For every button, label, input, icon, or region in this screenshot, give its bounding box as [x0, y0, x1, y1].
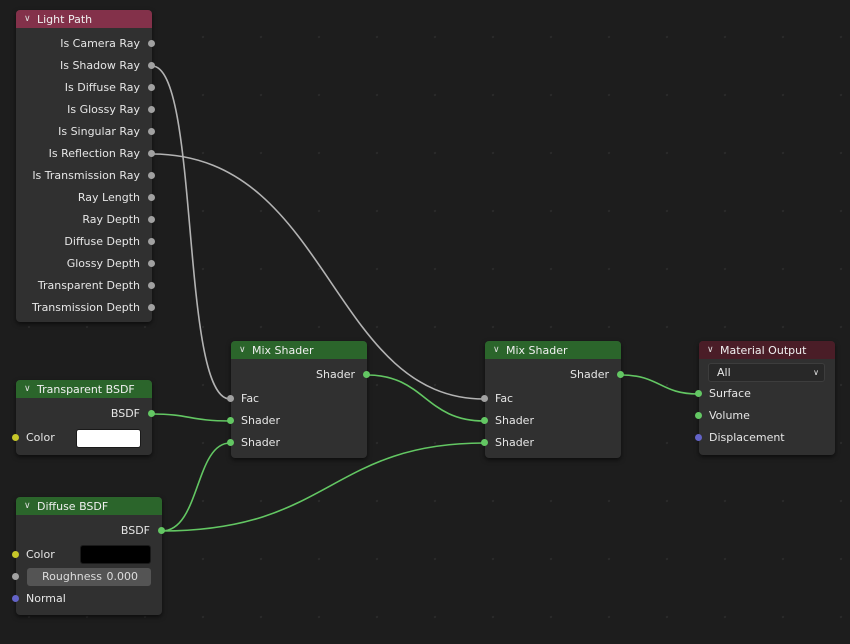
output-socket[interactable] — [148, 84, 155, 91]
output-socket[interactable] — [148, 106, 155, 113]
output-bsdf-label: BSDF — [120, 524, 150, 537]
chevron-down-icon[interactable]: ∨ — [24, 501, 32, 511]
input-socket-volume[interactable] — [695, 412, 702, 419]
output-socket[interactable] — [148, 150, 155, 157]
chevron-down-icon[interactable]: ∨ — [493, 345, 501, 355]
input-socket-displacement[interactable] — [695, 434, 702, 441]
target-value: All — [717, 366, 731, 379]
input-shader-2-label: Shader — [241, 436, 280, 449]
output-socket[interactable] — [148, 194, 155, 201]
output-label: Glossy Depth — [66, 257, 140, 270]
input-shader-1-label: Shader — [241, 414, 280, 427]
output-shader-label: Shader — [316, 368, 355, 381]
output-socket[interactable] — [148, 238, 155, 245]
chevron-down-icon[interactable]: ∨ — [707, 345, 715, 355]
node-header[interactable]: ∨ Material Output — [699, 341, 835, 359]
node-title: Diffuse BSDF — [37, 499, 109, 513]
node-title: Transparent BSDF — [37, 382, 135, 396]
material-output-node[interactable]: ∨ Material Output All ∨ Surface Volume Di… — [695, 341, 835, 455]
output-socket[interactable] — [148, 282, 155, 289]
node-header[interactable]: ∨ Light Path — [16, 10, 152, 28]
transparent-bsdf-node[interactable]: ∨ Transparent BSDF BSDF Color — [12, 380, 155, 455]
output-socket-shader[interactable] — [363, 371, 370, 378]
input-shader-2-label: Shader — [495, 436, 534, 449]
input-socket-shader-1[interactable] — [481, 417, 488, 424]
light-path-node[interactable]: ∨ Light Path Is Camera Ray Is Shadow Ray Is… — [16, 10, 155, 322]
output-socket[interactable] — [148, 304, 155, 311]
input-socket-shader-2[interactable] — [481, 439, 488, 446]
input-fac-label: Fac — [241, 392, 260, 405]
output-label: Transmission Depth — [31, 301, 140, 314]
color-swatch[interactable] — [80, 545, 151, 564]
chevron-down-icon: ∨ — [813, 368, 819, 377]
output-label: Is Camera Ray — [60, 37, 140, 50]
roughness-value: 0.000 — [106, 570, 139, 583]
node-title: Material Output — [720, 343, 807, 357]
output-label: Transparent Depth — [37, 279, 140, 292]
node-title: Mix Shader — [252, 343, 314, 357]
input-socket-fac[interactable] — [227, 395, 234, 402]
input-socket-shader-1[interactable] — [227, 417, 234, 424]
output-label: Diffuse Depth — [64, 235, 140, 248]
input-displacement-label: Displacement — [709, 431, 785, 444]
mix-shader-node-1[interactable]: ∨ Mix Shader Shader Fac Shader Shader — [227, 341, 370, 458]
input-socket-normal[interactable] — [12, 595, 19, 602]
roughness-label: Roughness — [42, 570, 103, 583]
output-socket-bsdf[interactable] — [148, 410, 155, 417]
output-label: Ray Depth — [82, 213, 140, 226]
normal-label: Normal — [26, 592, 66, 605]
output-label: Is Transmission Ray — [32, 169, 140, 182]
output-label: Is Glossy Ray — [67, 103, 140, 116]
node-header[interactable]: ∨ Transparent BSDF — [16, 380, 152, 398]
output-socket[interactable] — [148, 216, 155, 223]
node-header[interactable]: ∨ Diffuse BSDF — [16, 497, 162, 515]
output-socket-bsdf[interactable] — [158, 527, 165, 534]
diffuse-bsdf-node[interactable]: ∨ Diffuse BSDF BSDF Color Roughness 0.000… — [12, 497, 165, 615]
node-header[interactable]: ∨ Mix Shader — [485, 341, 621, 359]
input-socket-color[interactable] — [12, 551, 19, 558]
output-bsdf-label: BSDF — [110, 407, 140, 420]
output-socket[interactable] — [148, 260, 155, 267]
output-socket[interactable] — [148, 128, 155, 135]
input-socket-color[interactable] — [12, 434, 19, 441]
output-socket-shader[interactable] — [617, 371, 624, 378]
target-dropdown[interactable]: All ∨ — [708, 363, 825, 382]
input-surface-label: Surface — [709, 387, 751, 400]
color-label: Color — [26, 431, 55, 444]
node-title: Mix Shader — [506, 343, 568, 357]
output-label: Ray Length — [77, 191, 140, 204]
input-fac-label: Fac — [495, 392, 514, 405]
chevron-down-icon[interactable]: ∨ — [24, 14, 32, 24]
output-socket[interactable] — [148, 40, 155, 47]
input-socket-surface[interactable] — [695, 390, 702, 397]
link-diffuse-to-mix1-shader2 — [161, 442, 231, 532]
chevron-down-icon[interactable]: ∨ — [239, 345, 247, 355]
chevron-down-icon[interactable]: ∨ — [24, 384, 32, 394]
link-mix2-to-surface — [620, 374, 699, 395]
link-transparent-to-shader1 — [151, 413, 231, 422]
output-label: Is Shadow Ray — [59, 59, 140, 72]
link-shadow-ray-to-fac — [151, 65, 231, 400]
output-shader-label: Shader — [570, 368, 609, 381]
node-title: Light Path — [37, 12, 93, 26]
color-swatch[interactable] — [76, 429, 141, 448]
input-socket-roughness[interactable] — [12, 573, 19, 580]
input-socket-fac[interactable] — [481, 395, 488, 402]
output-label: Is Reflection Ray — [48, 147, 140, 160]
input-volume-label: Volume — [709, 409, 750, 422]
output-socket[interactable] — [148, 62, 155, 69]
roughness-field[interactable]: Roughness 0.000 — [27, 568, 151, 586]
output-socket[interactable] — [148, 172, 155, 179]
color-label: Color — [26, 548, 55, 561]
output-label: Is Singular Ray — [58, 125, 140, 138]
mix-shader-node-2[interactable]: ∨ Mix Shader Shader Fac Shader Shader — [481, 341, 624, 458]
node-header[interactable]: ∨ Mix Shader — [231, 341, 367, 359]
output-label: Is Diffuse Ray — [64, 81, 140, 94]
input-socket-shader-2[interactable] — [227, 439, 234, 446]
input-shader-1-label: Shader — [495, 414, 534, 427]
